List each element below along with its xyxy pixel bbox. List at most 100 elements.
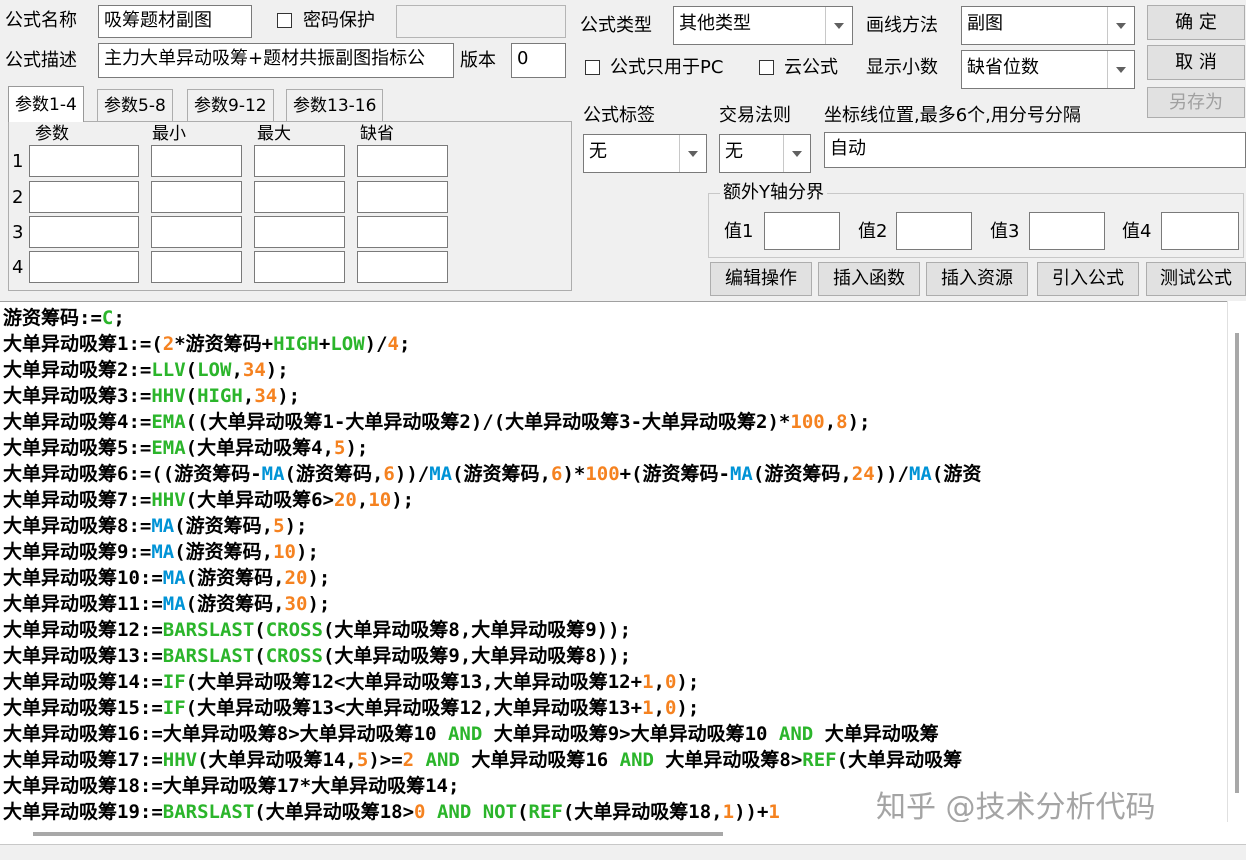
code-line[interactable]: 游资筹码:=C;	[3, 305, 981, 331]
code-token: MA	[162, 567, 186, 589]
code-token: AND	[425, 749, 460, 771]
code-token: 2	[402, 749, 415, 771]
horizontal-scroll-thumb[interactable]	[33, 832, 723, 836]
param-name-input[interactable]	[29, 181, 139, 213]
cloud-formula-checkbox[interactable]	[759, 60, 774, 75]
param-default-input[interactable]	[357, 216, 448, 248]
code-token: 大单异动吸筹19:=	[3, 801, 163, 823]
code-line[interactable]: 大单异动吸筹3:=HHV(HIGH,34);	[3, 383, 981, 409]
formula-name-input[interactable]: 吸筹题材副图	[98, 5, 252, 38]
cancel-button[interactable]: 取 消	[1147, 45, 1245, 80]
param-min-input[interactable]	[151, 181, 242, 213]
version-input[interactable]: 0	[511, 43, 566, 78]
code-token: );	[345, 437, 369, 459]
code-line[interactable]: 大单异动吸筹14:=IF(大单异动吸筹12<大单异动吸筹13,大单异动吸筹12+…	[3, 669, 981, 695]
param-default-input[interactable]	[357, 181, 448, 213]
chevron-down-icon[interactable]	[825, 7, 852, 44]
code-token: BARSLAST	[162, 619, 255, 641]
decimal-select[interactable]: 缺省位数	[961, 50, 1135, 89]
code-token: 100	[585, 463, 620, 485]
value4-input[interactable]	[1161, 212, 1239, 250]
code-token: 0	[664, 697, 677, 719]
param-name-input[interactable]	[29, 251, 139, 283]
code-token: 1	[642, 671, 654, 693]
code-line[interactable]: 大单异动吸筹19:=BARSLAST(大单异动吸筹18>0 AND NOT(RE…	[3, 799, 981, 823]
trade-rule-select[interactable]: 无	[719, 134, 811, 173]
value3-label: 值3	[990, 221, 1020, 242]
code-line[interactable]: 大单异动吸筹8:=MA(游资筹码,5);	[3, 513, 981, 539]
password-input[interactable]	[396, 5, 566, 38]
tab-params-5-8[interactable]: 参数5-8	[97, 89, 173, 121]
formula-type-select[interactable]: 其他类型	[673, 6, 853, 45]
code-token: 2	[162, 333, 175, 355]
code-token: 大单异动吸筹4:=	[3, 411, 152, 433]
code-line[interactable]: 大单异动吸筹2:=LLV(LOW,34);	[3, 357, 981, 383]
code-editor[interactable]: 游资筹码:=C; 大单异动吸筹1:=(2*游资筹码+HIGH+LOW)/4; 大单异…	[0, 301, 1227, 823]
param-default-input[interactable]	[357, 145, 448, 177]
save-as-button[interactable]: 另存为	[1147, 87, 1245, 118]
code-text[interactable]: 游资筹码:=C; 大单异动吸筹1:=(2*游资筹码+HIGH+LOW)/4; 大单异…	[3, 305, 981, 823]
code-token: ))/	[874, 463, 909, 485]
value2-input[interactable]	[896, 212, 972, 250]
code-token: HIGH	[273, 333, 319, 355]
code-line[interactable]: 大单异动吸筹16:=大单异动吸筹8>大单异动吸筹10 AND 大单异动吸筹9>大…	[3, 721, 981, 747]
code-line[interactable]: 大单异动吸筹17:=HHV(大单异动吸筹14,5)>=2 AND 大单异动吸筹1…	[3, 747, 981, 773]
code-line[interactable]: 大单异动吸筹1:=(2*游资筹码+HIGH+LOW)/4;	[3, 331, 981, 357]
vertical-scroll-thumb[interactable]	[1235, 333, 1239, 793]
edit-operations-button[interactable]: 编辑操作	[710, 262, 812, 296]
code-line[interactable]: 大单异动吸筹10:=MA(游资筹码,20);	[3, 565, 981, 591]
insert-resource-button[interactable]: 插入资源	[926, 262, 1028, 296]
code-line[interactable]: 大单异动吸筹9:=MA(游资筹码,10);	[3, 539, 981, 565]
param-max-input[interactable]	[254, 181, 345, 213]
formula-desc-input[interactable]: 主力大单异动吸筹+题材共振副图指标公	[98, 43, 454, 78]
code-token: 5	[333, 437, 346, 459]
code-line[interactable]: 大单异动吸筹13:=BARSLAST(CROSS(大单异动吸筹9,大单异动吸筹8…	[3, 643, 981, 669]
param-name-input[interactable]	[29, 216, 139, 248]
code-token: 大单异动吸筹12:=	[3, 619, 163, 641]
code-line[interactable]: 大单异动吸筹5:=EMA(大单异动吸筹4,5);	[3, 435, 981, 461]
code-token: 大单异动吸筹1:=(	[3, 333, 163, 355]
tab-params-9-12[interactable]: 参数9-12	[187, 89, 274, 121]
test-formula-button[interactable]: 测试公式	[1146, 262, 1246, 296]
param-min-input[interactable]	[151, 145, 242, 177]
pc-only-checkbox[interactable]	[585, 60, 600, 75]
import-formula-button[interactable]: 引入公式	[1037, 262, 1139, 296]
code-line[interactable]: 大单异动吸筹7:=HHV(大单异动吸筹6>20,10);	[3, 487, 981, 513]
ok-button[interactable]: 确 定	[1147, 5, 1245, 40]
insert-function-button[interactable]: 插入函数	[818, 262, 920, 296]
code-token: (大单异动吸筹18>	[254, 801, 415, 823]
param-max-input[interactable]	[254, 216, 345, 248]
param-name-input[interactable]	[29, 145, 139, 177]
code-token: 大单异动吸筹7:=	[3, 489, 152, 511]
code-line[interactable]: 大单异动吸筹12:=BARSLAST(CROSS(大单异动吸筹8,大单异动吸筹9…	[3, 617, 981, 643]
param-max-input[interactable]	[254, 251, 345, 283]
code-line[interactable]: 大单异动吸筹11:=MA(游资筹码,30);	[3, 591, 981, 617]
code-line[interactable]: 大单异动吸筹15:=IF(大单异动吸筹13<大单异动吸筹12,大单异动吸筹13+…	[3, 695, 981, 721]
horizontal-scrollbar[interactable]	[0, 822, 1246, 844]
param-min-input[interactable]	[151, 216, 242, 248]
value3-input[interactable]	[1029, 212, 1105, 250]
code-line[interactable]: 大单异动吸筹18:=大单异动吸筹17*大单异动吸筹14;	[3, 773, 981, 799]
code-token: ,	[231, 359, 243, 381]
tab-params-1-4[interactable]: 参数1-4	[8, 86, 84, 122]
tab-params-13-16[interactable]: 参数13-16	[286, 89, 384, 121]
vertical-scrollbar[interactable]	[1227, 301, 1246, 822]
chevron-down-icon[interactable]	[1107, 51, 1134, 88]
param-max-input[interactable]	[254, 145, 345, 177]
code-line[interactable]: 大单异动吸筹6:=((游资筹码-MA(游资筹码,6))/MA(游资筹码,6)*1…	[3, 461, 981, 487]
chevron-down-icon[interactable]	[783, 135, 810, 172]
chevron-down-icon[interactable]	[679, 135, 706, 172]
formula-tag-select[interactable]: 无	[583, 134, 707, 173]
param-min-input[interactable]	[151, 251, 242, 283]
code-line[interactable]: 大单异动吸筹4:=EMA((大单异动吸筹1-大单异动吸筹2)/(大单异动吸筹3-…	[3, 409, 981, 435]
code-token: ,	[653, 697, 665, 719]
param-row-label: 2	[12, 187, 24, 208]
code-token: BARSLAST	[162, 645, 255, 667]
param-default-input[interactable]	[357, 251, 448, 283]
chevron-down-icon[interactable]	[1107, 7, 1134, 44]
password-checkbox[interactable]	[277, 13, 292, 28]
param-row-label: 3	[12, 222, 24, 243]
draw-method-select[interactable]: 副图	[961, 6, 1135, 45]
axis-position-input[interactable]: 自动	[824, 132, 1246, 168]
value1-input[interactable]	[764, 212, 840, 250]
